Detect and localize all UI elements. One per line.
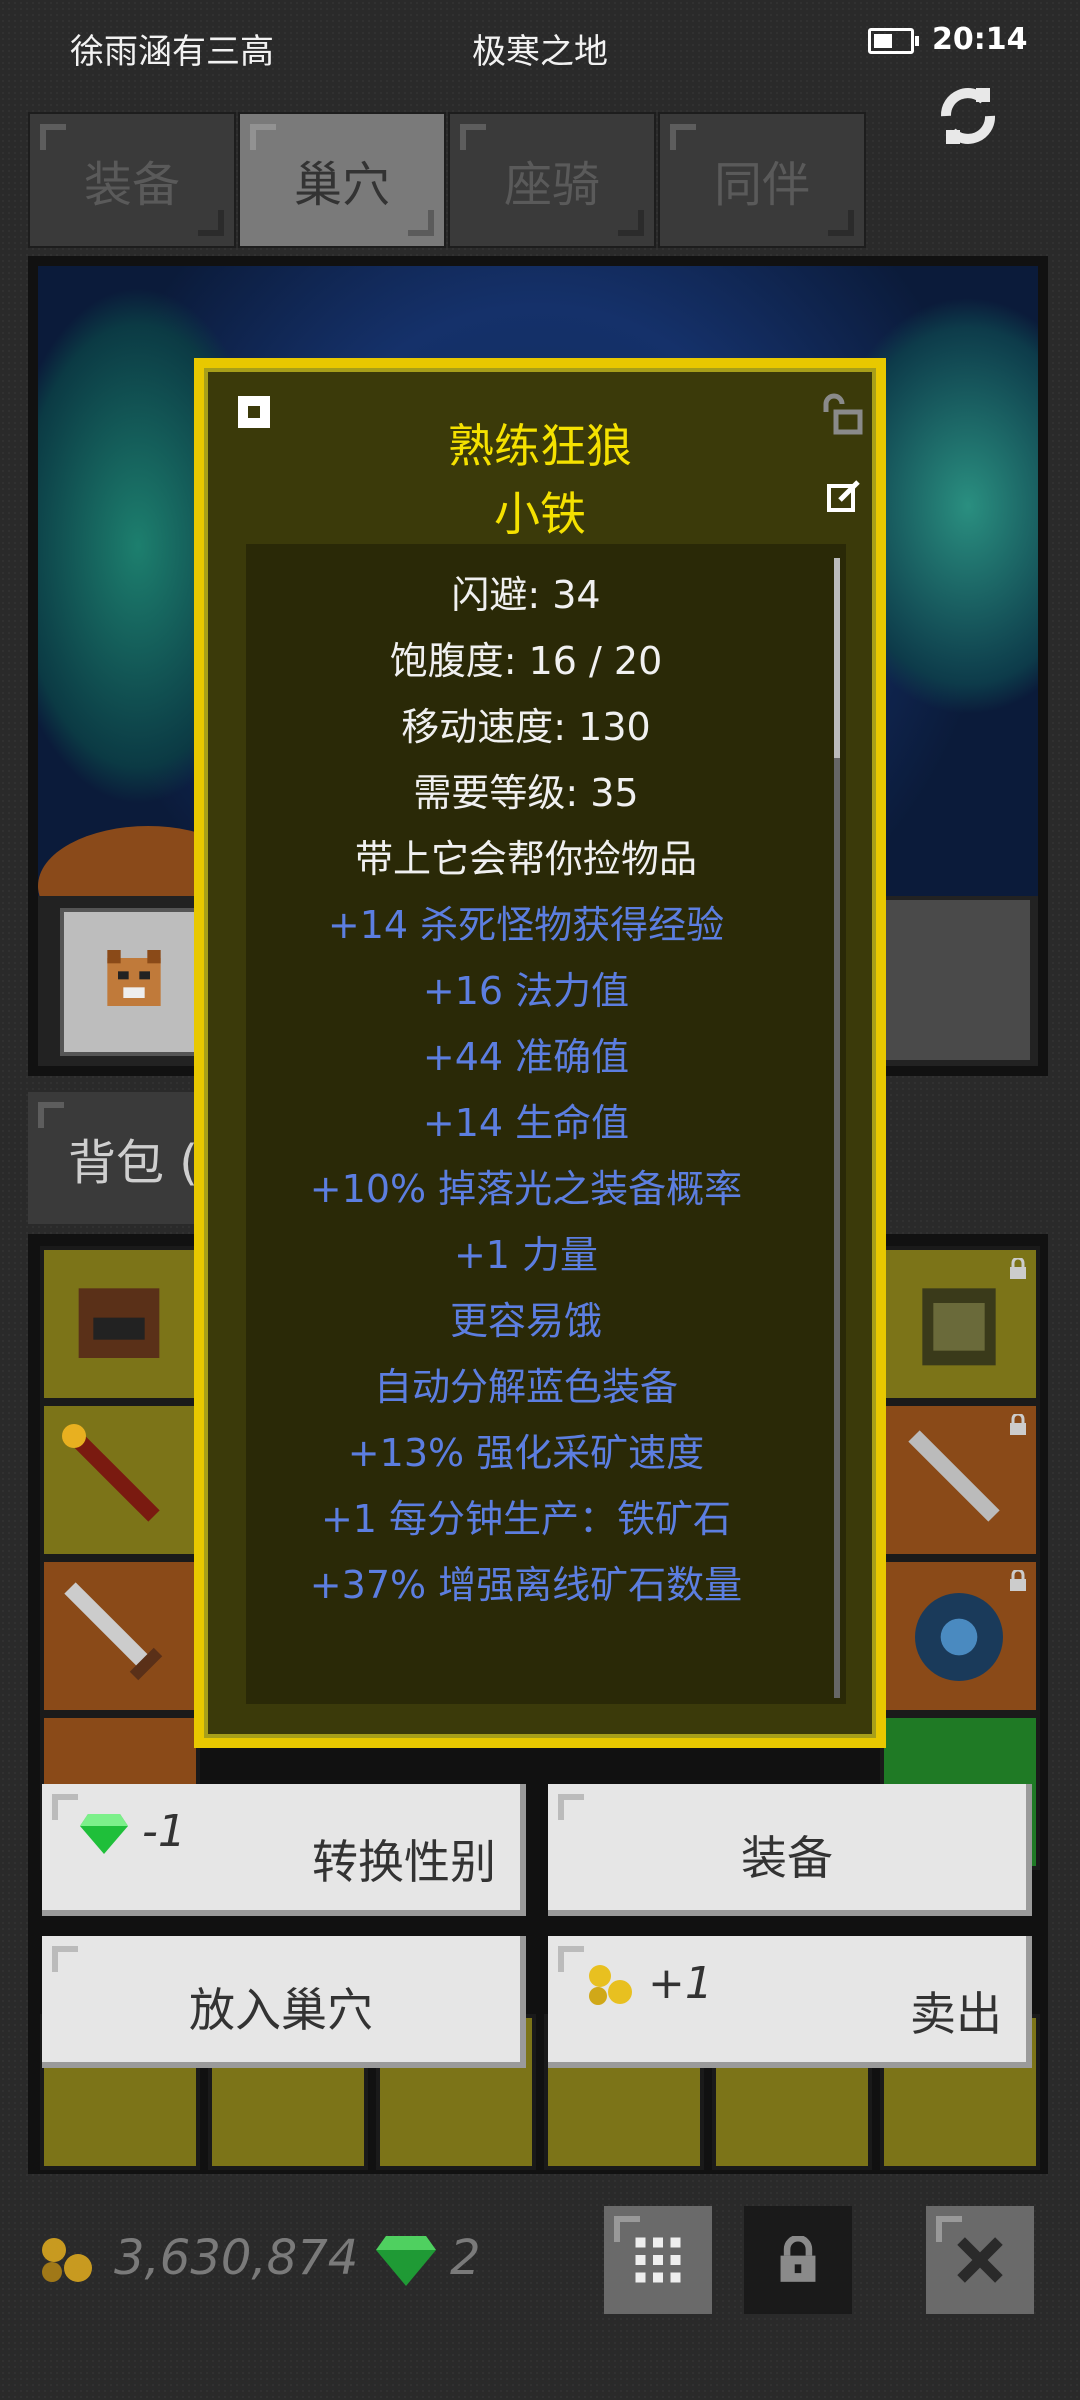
pet-tooltip: 熟练狂狼 小铁 闪避: 34 饱腹度: 16 / 20 移动速度: 130 需要等级:… [194,358,886,1748]
inventory-slot[interactable] [880,1402,1040,1558]
bonus-stat-line: +44 准确值 [422,1035,630,1079]
tab-nest[interactable]: 巢穴 [238,112,446,248]
gem-icon [376,2236,436,2286]
grid-icon [635,2237,681,2283]
inventory-slot[interactable] [880,1558,1040,1714]
tooltip-panel: 熟练狂狼 小铁 闪避: 34 饱腹度: 16 / 20 移动速度: 130 需要等级:… [204,368,876,1738]
stats-panel: 闪避: 34 饱腹度: 16 / 20 移动速度: 130 需要等级: 35 带上它会帮… [246,544,846,1704]
change-gender-button[interactable]: -1 转换性别 [42,1784,526,1916]
tab-label: 同伴 [713,157,810,213]
gold-ore-icon [589,1965,632,2005]
bonus-stat-line: +1 力量 [453,1233,599,1277]
nest-pet-slot[interactable] [60,908,208,1056]
grid-view-button[interactable] [604,2206,712,2314]
gender-label: 转换性别 [312,1835,496,1889]
sell-label: 卖出 [910,1987,1002,2041]
shield-icon [915,1593,1003,1681]
put-in-nest-button[interactable]: 放入巢穴 [42,1936,526,2068]
backpack-label: 背包 ( [68,1135,198,1191]
nest-slot-empty[interactable] [880,900,1030,1060]
tab-equipment[interactable]: 装备 [28,112,236,248]
tab-mount[interactable]: 座骑 [448,112,656,248]
stat-line: 闪避: 34 [451,573,601,617]
wolf-icon [107,950,161,1006]
inventory-slot[interactable] [40,1558,200,1714]
pet-nickname: 小铁 [494,487,586,541]
bonus-stat-line: +16 法力值 [422,969,630,1013]
helmet-icon [78,1288,160,1358]
clock: 20:14 [932,22,1028,57]
bonus-stat-line: 更容易饿 [449,1299,602,1343]
player-name: 徐雨涵有三高 [70,32,274,72]
armor-icon [922,1288,996,1366]
equip-label: 装备 [741,1831,833,1885]
stat-line: 带上它会帮你捡物品 [354,837,697,881]
bonus-stat-line: +14 生命值 [422,1101,630,1145]
lock-icon [780,2236,816,2282]
status-bar: 徐雨涵有三高 极寒之地 20:14 [0,0,1080,96]
bonus-stat-line: +10% 掉落光之装备概率 [309,1167,743,1211]
sword-icon [64,1582,163,1681]
tab-label: 座骑 [503,157,600,213]
tab-label: 巢穴 [293,157,390,213]
stat-line: 饱腹度: 16 / 20 [389,639,663,683]
inventory-slot[interactable] [880,1246,1040,1402]
stat-line: 需要等级: 35 [413,771,639,815]
tab-companion[interactable]: 同伴 [658,112,866,248]
scrollbar-thumb[interactable] [834,558,840,758]
zone-name: 极寒之地 [472,32,608,72]
staff-icon [62,1424,160,1522]
gold-amount: 3,630,874 [114,2230,359,2286]
stat-line: 移动速度: 130 [401,705,651,749]
inventory-slot[interactable] [40,1246,200,1402]
gem-icon [80,1814,128,1854]
sell-gain: +1 [648,1958,713,2009]
tab-label: 装备 [83,157,180,213]
sell-button[interactable]: +1 卖出 [548,1936,1032,2068]
close-button[interactable] [926,2206,1034,2314]
stats-list: 闪避: 34 饱腹度: 16 / 20 移动速度: 130 需要等级: 35 带上它会帮… [246,562,806,1618]
bonus-stat-line: +1 每分钟生产：铁矿石 [320,1497,732,1541]
bonus-stat-line: +37% 增强离线矿石数量 [309,1563,743,1607]
inventory-slot[interactable] [40,1402,200,1558]
bonus-stat-line: +13% 强化采矿速度 [347,1431,705,1475]
sword-icon [908,1430,1000,1522]
sync-icon[interactable] [932,80,1004,152]
bonus-stat-line: 自动分解蓝色装备 [373,1365,678,1409]
gem-amount: 2 [450,2230,481,2286]
gold-icon [42,2238,92,2282]
lock-button[interactable] [744,2206,852,2314]
pet-species: 熟练狂狼 [448,419,632,473]
battery-icon [868,28,919,54]
bonus-stat-line: +14 杀死怪物获得经验 [327,903,725,947]
nest-label: 放入巢穴 [189,1983,373,2037]
equip-button[interactable]: 装备 [548,1784,1032,1916]
gender-cost: -1 [142,1806,186,1857]
